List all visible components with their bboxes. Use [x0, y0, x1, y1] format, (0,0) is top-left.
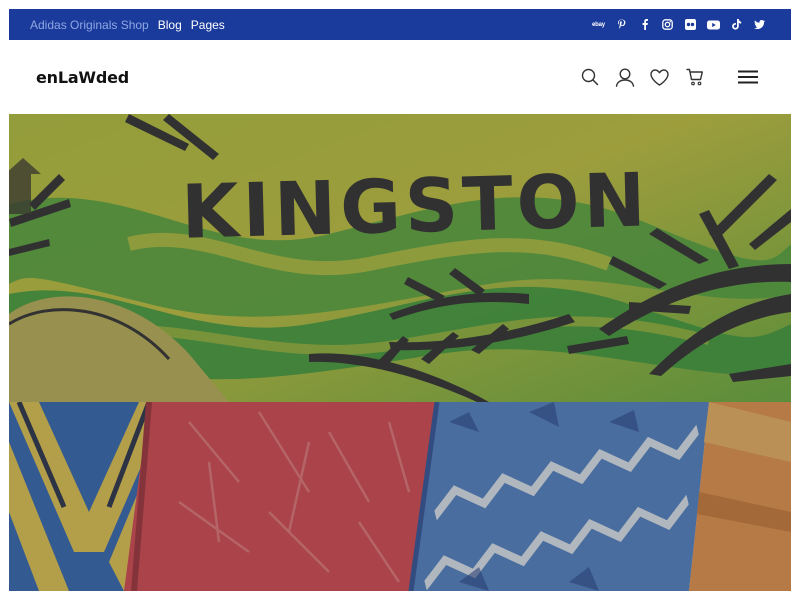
hamburger-menu-icon[interactable]	[732, 61, 764, 93]
site-logo[interactable]: enLaWded	[36, 68, 129, 87]
page-frame: Adidas Originals Shop Blog Pages ebay en…	[9, 9, 791, 591]
fabrics-overlay	[9, 402, 791, 591]
hero-overlay	[9, 114, 791, 402]
instagram-icon[interactable]	[656, 9, 679, 40]
facebook-icon[interactable]	[633, 9, 656, 40]
twitter-icon[interactable]	[748, 9, 771, 40]
social-links: ebay	[587, 9, 771, 40]
nav-link-blog[interactable]: Blog	[158, 18, 182, 32]
header-actions	[572, 61, 764, 93]
flickr-icon[interactable]	[679, 9, 702, 40]
site-header: enLaWded	[9, 40, 791, 114]
logo-text: enLaWded	[36, 67, 130, 87]
nav-link-pages[interactable]: Pages	[191, 18, 225, 32]
nav-link-adidas-originals-shop[interactable]: Adidas Originals Shop	[30, 18, 149, 32]
top-bar: Adidas Originals Shop Blog Pages ebay	[9, 9, 791, 40]
ebay-icon[interactable]: ebay	[587, 9, 610, 40]
pinterest-icon[interactable]	[610, 9, 633, 40]
tiktok-icon[interactable]	[725, 9, 748, 40]
search-icon[interactable]	[572, 61, 607, 93]
fabrics-banner-image[interactable]	[9, 402, 791, 591]
top-nav: Adidas Originals Shop Blog Pages	[30, 18, 225, 32]
cart-icon[interactable]	[677, 61, 712, 93]
hero-banner-image[interactable]: KINGSTON	[9, 114, 791, 402]
wishlist-icon[interactable]	[642, 61, 677, 93]
account-icon[interactable]	[607, 61, 642, 93]
youtube-icon[interactable]	[702, 9, 725, 40]
ebay-icon-text: ebay	[592, 21, 605, 28]
